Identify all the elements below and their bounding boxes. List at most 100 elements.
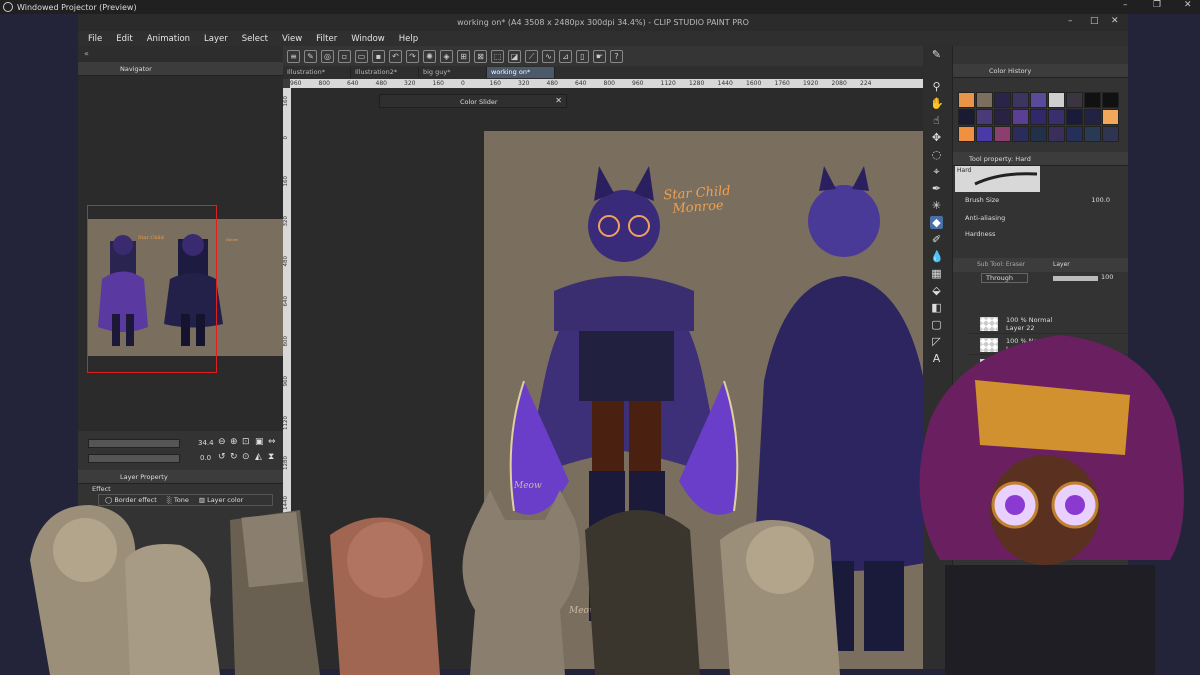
reset-rotation-icon[interactable]: ⊙	[242, 452, 250, 462]
tool-property-header[interactable]: Tool property: Hard	[953, 152, 1128, 166]
color-swatch[interactable]	[1012, 126, 1029, 142]
rotate-right-icon[interactable]: ↻	[230, 452, 238, 462]
layer-row[interactable]: 100 % No	[968, 356, 1128, 376]
menu-icon[interactable]: ≡	[287, 49, 300, 63]
opacity-value[interactable]: 100	[1101, 273, 1113, 281]
ruler-icon[interactable]: ⊿	[559, 49, 572, 63]
color-swatch[interactable]	[1048, 109, 1065, 125]
undo-icon[interactable]: ↶	[389, 49, 402, 63]
menu-animation[interactable]: Animation	[147, 34, 190, 44]
new-file-icon[interactable]: ▫	[338, 49, 351, 63]
close-icon[interactable]: ✕	[555, 96, 562, 105]
fill-icon[interactable]: ◈	[440, 49, 453, 63]
pen-pressure-icon[interactable]: ✎	[304, 49, 317, 63]
projector-close-button[interactable]: ✕	[1184, 0, 1192, 10]
ruler-tool-icon[interactable]: ◸	[930, 335, 943, 348]
color-swatch[interactable]	[994, 92, 1011, 108]
color-swatch[interactable]	[1048, 92, 1065, 108]
color-slider-panel[interactable]: Color Slider ✕	[379, 94, 567, 108]
menu-select[interactable]: Select	[242, 34, 268, 44]
projector-minimize-button[interactable]: –	[1123, 0, 1128, 10]
eraser-icon[interactable]: ◆	[930, 216, 943, 229]
rotate-left-icon[interactable]: ↺	[218, 452, 226, 462]
gradient-icon[interactable]: ▦	[930, 267, 943, 280]
lasso-icon[interactable]: ◌	[930, 148, 943, 161]
clear-icon[interactable]: ⊠	[474, 49, 487, 63]
deselect-icon[interactable]: ⬚	[491, 49, 504, 63]
layer-tab[interactable]: Layer	[1053, 261, 1070, 268]
invert-selection-icon[interactable]: ◪	[508, 49, 521, 63]
navigator-view-frame[interactable]	[87, 205, 217, 373]
hand-tool-icon[interactable]: ✋	[930, 97, 944, 110]
brush-preview[interactable]: Hard	[955, 166, 1040, 192]
eyedropper-icon[interactable]: ⌖	[930, 165, 943, 178]
hand-icon[interactable]: ☛	[593, 49, 606, 63]
brush-size-row[interactable]: Brush Size 100.0	[965, 196, 1120, 208]
magnifier-icon[interactable]: ⚲	[930, 80, 943, 93]
tone-button[interactable]: ░ Tone	[167, 496, 189, 504]
layer-row[interactable]: 100 % Normal Layer 10	[968, 335, 1128, 355]
help-icon[interactable]: ?	[610, 49, 623, 63]
save-icon[interactable]: ▪	[372, 49, 385, 63]
anti-aliasing-row[interactable]: Anti-aliasing	[965, 214, 1120, 226]
artwork-paper[interactable]: Star Child Monroe Meow Meow	[484, 131, 923, 669]
operation-icon[interactable]: ☝	[930, 114, 943, 127]
zoom-slider[interactable]	[88, 439, 180, 448]
tab-working-on[interactable]: working on*	[487, 67, 555, 78]
menu-layer[interactable]: Layer	[204, 34, 228, 44]
clip-studio-icon[interactable]: ◎	[321, 49, 334, 63]
color-swatch[interactable]	[994, 126, 1011, 142]
color-swatch[interactable]	[1030, 126, 1047, 142]
move-layer-icon[interactable]: ✥	[930, 131, 943, 144]
color-swatch[interactable]	[958, 92, 975, 108]
tab-illustration2[interactable]: Illustration2*	[351, 67, 419, 78]
navigator-preview[interactable]: Star Child Meow	[78, 76, 283, 431]
color-swatch[interactable]	[1084, 109, 1101, 125]
maximize-button[interactable]: □	[1090, 16, 1099, 26]
flip-horizontal-icon[interactable]: ◭	[255, 452, 262, 462]
color-swatch[interactable]	[1102, 126, 1119, 142]
flip-icon[interactable]: ⇔	[268, 437, 276, 447]
minimize-button[interactable]: –	[1068, 16, 1073, 26]
color-swatch[interactable]	[994, 109, 1011, 125]
menu-file[interactable]: File	[88, 34, 102, 44]
layer-property-header[interactable]: Layer Property	[78, 470, 283, 484]
collapse-arrows-icon[interactable]: «	[84, 49, 89, 58]
redo-icon[interactable]: ↷	[406, 49, 419, 63]
border-effect-button[interactable]: ◯ Border effect	[105, 496, 157, 504]
fit-view-icon[interactable]: ⊡	[242, 437, 250, 447]
color-swatch[interactable]	[1066, 126, 1083, 142]
figure-icon[interactable]: ◧	[930, 301, 943, 314]
open-file-icon[interactable]: ▭	[355, 49, 368, 63]
color-swatch[interactable]	[958, 109, 975, 125]
color-swatch[interactable]	[976, 92, 993, 108]
decoration-icon[interactable]: ✐	[930, 233, 943, 246]
layer-row[interactable]: 100 % Normal Layer 22	[968, 314, 1128, 334]
color-swatch[interactable]	[1012, 109, 1029, 125]
blend-mode-select[interactable]: Through	[981, 273, 1028, 283]
layer-color-button[interactable]: ▨ Layer color	[199, 496, 243, 504]
device-icon[interactable]: ▯	[576, 49, 589, 63]
navigator-header[interactable]: Navigator	[78, 62, 283, 76]
hardness-row[interactable]: Hardness	[965, 230, 1120, 242]
snap-ruler-icon[interactable]: ⟋	[525, 49, 538, 63]
projector-maximize-button[interactable]: ❐	[1153, 0, 1161, 10]
sub-tool-tab[interactable]: Sub Tool: Eraser	[977, 261, 1025, 268]
snap-special-ruler-icon[interactable]: ∿	[542, 49, 555, 63]
tab-illustration[interactable]: Illustration*	[283, 67, 351, 78]
menu-help[interactable]: Help	[399, 34, 418, 44]
color-swatch[interactable]	[1048, 126, 1065, 142]
zoom-in-icon[interactable]: ⊕	[230, 437, 238, 447]
color-swatch[interactable]	[1066, 92, 1083, 108]
fill-tool-icon[interactable]: ⬙	[930, 284, 943, 297]
color-swatch[interactable]	[976, 109, 993, 125]
color-swatch[interactable]	[1030, 92, 1047, 108]
color-history-header[interactable]: Color History	[953, 64, 1128, 78]
color-swatch[interactable]	[976, 126, 993, 142]
brush-icon[interactable]: ✒	[930, 182, 943, 195]
menu-view[interactable]: View	[282, 34, 302, 44]
flip-vertical-icon[interactable]: ⧗	[268, 452, 274, 462]
rotation-slider[interactable]	[88, 454, 180, 463]
blend-icon[interactable]: 💧	[930, 250, 944, 263]
color-swatch[interactable]	[1102, 92, 1119, 108]
